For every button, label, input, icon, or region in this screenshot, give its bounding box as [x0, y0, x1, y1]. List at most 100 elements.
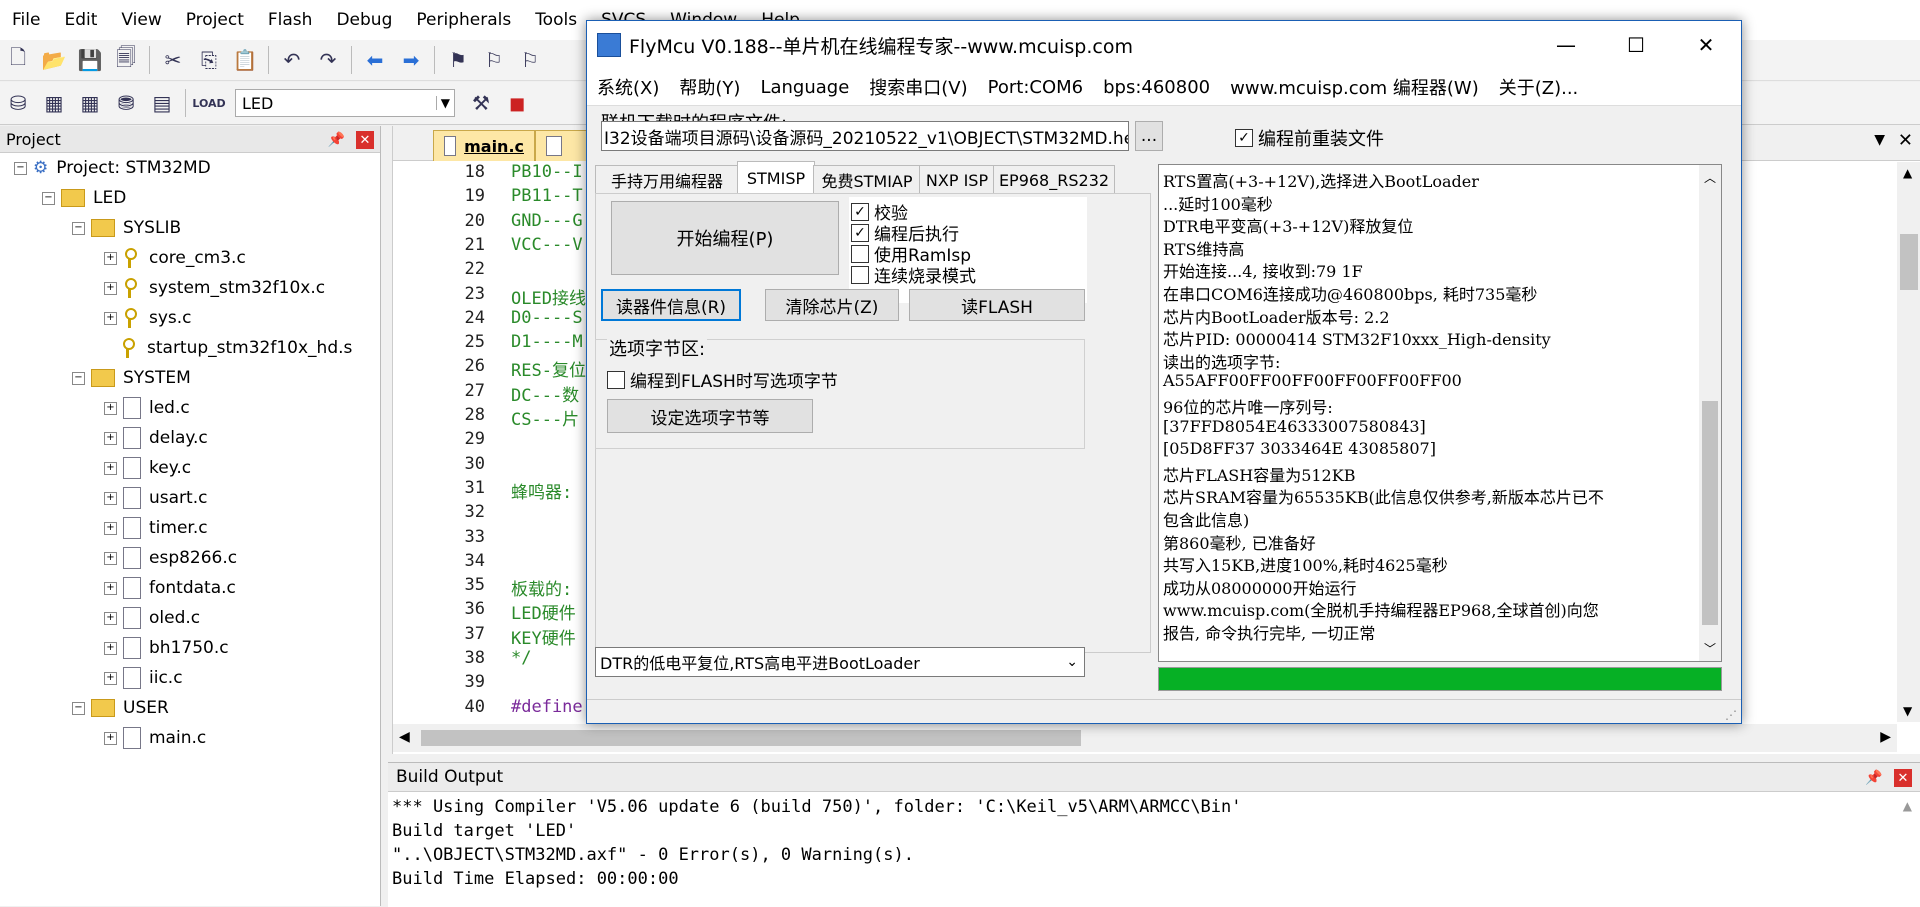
tree-file[interactable]: + iic.c: [104, 664, 183, 692]
expand-icon[interactable]: +: [104, 551, 117, 565]
expand-icon[interactable]: +: [104, 311, 117, 325]
read-info-button[interactable]: 读器件信息(R): [601, 289, 741, 321]
maximize-icon[interactable]: ☐: [1601, 21, 1671, 69]
file-path-input[interactable]: I32设备端项目源码\设备源码_20210522_v1\OBJECT\STM32…: [601, 121, 1129, 151]
start-program-button[interactable]: 开始编程(P): [611, 201, 839, 275]
menu-programmer[interactable]: www.mcuisp.com 编程器(W): [1220, 74, 1489, 100]
menu-file[interactable]: File: [0, 10, 52, 30]
menu-language[interactable]: Language: [750, 77, 859, 98]
scroll-left-icon[interactable]: ◀: [399, 729, 410, 745]
tree-file[interactable]: + led.c: [104, 394, 190, 422]
bookmark-next-icon[interactable]: ⚐: [517, 47, 543, 73]
expand-icon[interactable]: +: [104, 281, 117, 295]
scroll-up-icon[interactable]: ▲: [1903, 799, 1912, 813]
tree-node-target[interactable]: − LED: [42, 184, 126, 212]
pin-icon[interactable]: 📌: [1865, 770, 1882, 786]
expand-icon[interactable]: +: [104, 641, 117, 655]
pin-icon[interactable]: 📌: [327, 132, 344, 148]
batch-build-icon[interactable]: ⛃: [113, 90, 139, 116]
tree-node-project[interactable]: − ⚙ Project: STM32MD: [14, 154, 211, 182]
bookmark-prev-icon[interactable]: ⚐: [481, 47, 507, 73]
menu-peripherals[interactable]: Peripherals: [404, 10, 523, 30]
write-option-bytes-checkbox[interactable]: 编程到FLASH时写选项字节: [607, 367, 838, 392]
expand-icon[interactable]: +: [104, 491, 117, 505]
target-select[interactable]: LED ▼: [235, 89, 455, 117]
expand-icon[interactable]: +: [104, 581, 117, 595]
expand-icon[interactable]: +: [104, 611, 117, 625]
editor-vertical-scrollbar[interactable]: ▲ ▼: [1897, 162, 1920, 722]
tree-file[interactable]: + sys.c: [104, 304, 192, 332]
tab-stmisp[interactable]: STMISP: [737, 161, 815, 194]
tree-file[interactable]: + esp8266.c: [104, 544, 237, 572]
close-icon[interactable]: ✕: [356, 131, 374, 150]
tab-handheld[interactable]: 手持万用编程器: [595, 165, 739, 194]
close-icon[interactable]: ✕: [1894, 769, 1912, 788]
menu-search-port[interactable]: 搜索串口(V): [859, 74, 977, 100]
tree-file[interactable]: + oled.c: [104, 604, 200, 632]
expand-icon[interactable]: +: [104, 431, 117, 445]
collapse-icon[interactable]: −: [14, 161, 27, 175]
menu-about[interactable]: 关于(Z)...: [1489, 74, 1589, 100]
scroll-right-icon[interactable]: ▶: [1880, 729, 1891, 745]
expand-icon[interactable]: +: [104, 251, 117, 265]
close-icon[interactable]: ✕: [1671, 21, 1741, 69]
collapse-icon[interactable]: −: [42, 191, 55, 205]
expand-icon[interactable]: +: [104, 521, 117, 535]
tree-file[interactable]: + main.c: [104, 724, 206, 752]
menu-debug[interactable]: Debug: [324, 10, 404, 30]
menu-view[interactable]: View: [109, 10, 173, 30]
reset-mode-select[interactable]: DTR的低电平复位,RTS高电平进BootLoader ⌄: [595, 647, 1085, 677]
log-output[interactable]: RTS置高(+3-+12V),选择进入BootLoader ...延时100毫秒 D…: [1158, 164, 1722, 662]
nav-forward-icon[interactable]: ➡: [398, 47, 424, 73]
menu-port[interactable]: Port:COM6: [978, 77, 1093, 98]
tab-ep968[interactable]: EP968_RS232: [993, 165, 1115, 194]
tree-node-system[interactable]: − SYSTEM: [72, 364, 191, 392]
tree-file[interactable]: startup_stm32f10x_hd.s: [121, 334, 352, 362]
cut-icon[interactable]: ✂: [160, 47, 186, 73]
menu-project[interactable]: Project: [174, 10, 256, 30]
continuous-checkbox[interactable]: 连续烧录模式: [851, 262, 976, 287]
scroll-up-icon[interactable]: ▲: [1903, 166, 1912, 180]
manage-components-icon[interactable]: ◼: [504, 90, 530, 116]
scroll-thumb[interactable]: [1900, 234, 1918, 290]
tree-file[interactable]: + delay.c: [104, 424, 208, 452]
log-vertical-scrollbar[interactable]: ︿ ﹀: [1699, 165, 1721, 661]
tree-file[interactable]: + bh1750.c: [104, 634, 229, 662]
load-download-icon[interactable]: LOAD: [192, 90, 225, 116]
scroll-up-icon[interactable]: ︿: [1704, 169, 1716, 186]
resize-grip-icon[interactable]: ⋰: [1725, 708, 1737, 722]
scroll-thumb[interactable]: [1702, 401, 1718, 625]
menu-system[interactable]: 系统(X): [587, 74, 669, 100]
scroll-down-icon[interactable]: ﹀: [1704, 640, 1716, 657]
close-icon[interactable]: ✕: [1898, 130, 1913, 151]
tree-node-user[interactable]: − USER: [72, 694, 169, 722]
build-icon[interactable]: ▦: [41, 90, 67, 116]
new-file-icon[interactable]: 🗋: [5, 45, 31, 73]
tab-nxp-isp[interactable]: NXP ISP: [919, 165, 995, 194]
open-folder-icon[interactable]: 📂: [41, 47, 67, 73]
tree-file[interactable]: + timer.c: [104, 514, 208, 542]
tree-file[interactable]: + usart.c: [104, 484, 207, 512]
set-option-bytes-button[interactable]: 设定选项字节等: [607, 399, 813, 433]
tabs-dropdown-icon[interactable]: ▼: [1874, 132, 1885, 148]
editor-horizontal-scrollbar[interactable]: ◀ ▶: [393, 724, 1897, 752]
expand-icon[interactable]: +: [104, 671, 117, 685]
expand-icon[interactable]: +: [104, 401, 117, 415]
tab-stmiap[interactable]: 免费STMIAP: [813, 165, 921, 194]
minimize-icon[interactable]: —: [1531, 21, 1601, 69]
menu-tools[interactable]: Tools: [523, 10, 589, 30]
expand-icon[interactable]: +: [104, 731, 117, 745]
copy-icon[interactable]: ⎘: [196, 47, 222, 73]
translate-icon[interactable]: ⛁: [5, 90, 31, 116]
undo-icon[interactable]: ↶: [279, 47, 305, 73]
browse-button[interactable]: ...: [1135, 121, 1163, 151]
tree-file[interactable]: + system_stm32f10x.c: [104, 274, 325, 302]
target-options-icon[interactable]: ⚒: [468, 90, 494, 116]
redo-icon[interactable]: ↷: [315, 47, 341, 73]
collapse-icon[interactable]: −: [72, 221, 85, 235]
tab-second-file[interactable]: [535, 130, 587, 161]
tree-file[interactable]: + key.c: [104, 454, 191, 482]
menu-help[interactable]: 帮助(Y): [669, 74, 750, 100]
stop-build-icon[interactable]: ▤: [149, 90, 175, 116]
rebuild-icon[interactable]: ▦: [77, 90, 103, 116]
